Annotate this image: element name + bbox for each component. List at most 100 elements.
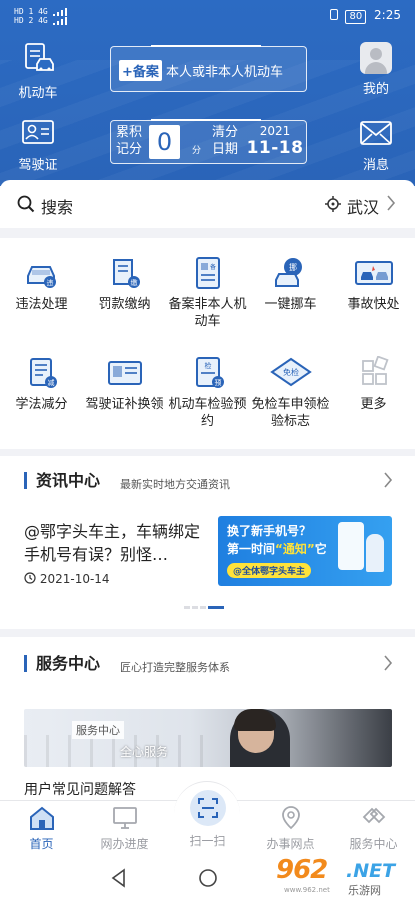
more-icon bbox=[361, 356, 389, 385]
svg-text:缴: 缴 bbox=[130, 278, 137, 287]
service-violation[interactable]: 违 违法处理 bbox=[0, 256, 83, 313]
svg-text:免检: 免检 bbox=[283, 367, 299, 377]
panel-notch bbox=[151, 45, 261, 47]
chevron-right-icon bbox=[387, 195, 396, 211]
nav-scan-label: 扫一扫 bbox=[189, 834, 226, 848]
clock-icon bbox=[24, 572, 36, 584]
vehicle-register-icon: 备 bbox=[195, 257, 220, 289]
score-panel[interactable]: 累积记分 0 分 清分日期 2021 11-18 bbox=[110, 119, 307, 164]
service-fine[interactable]: 缴 罚款缴纳 bbox=[83, 256, 166, 313]
news-card: 资讯中心 最新实时地方交通资讯 @鄂字头车主，车辆绑定手机号有误？别怪… 202… bbox=[0, 456, 415, 629]
service-label: 机动车检验预约 bbox=[168, 397, 247, 429]
search-bar[interactable]: 搜索 武汉 bbox=[0, 180, 415, 228]
nav-progress[interactable]: 网办进度 bbox=[83, 805, 166, 852]
news-subtitle: 最新实时地方交通资讯 bbox=[120, 478, 230, 491]
banner-tag: 服务中心 bbox=[72, 721, 124, 739]
service-more[interactable]: 更多 bbox=[332, 356, 415, 413]
service-move-car[interactable]: 挪 一键挪车 bbox=[249, 256, 332, 313]
home-icon bbox=[29, 806, 54, 830]
svg-text:备: 备 bbox=[209, 263, 215, 271]
service-label: 更多 bbox=[360, 397, 387, 412]
home-circle-icon[interactable] bbox=[198, 868, 218, 888]
svg-text:违: 违 bbox=[46, 279, 53, 287]
service-center-subtitle: 匠心打造完整服务体系 bbox=[120, 661, 230, 674]
service-center-title[interactable]: 服务中心 bbox=[24, 655, 100, 672]
service-accident[interactable]: 事故快处 bbox=[332, 256, 415, 313]
chevron-right-icon[interactable] bbox=[383, 654, 393, 672]
score-label: 累积记分 bbox=[115, 125, 142, 157]
svg-text:减: 减 bbox=[47, 378, 54, 387]
news-banner-line2-c: 它 bbox=[314, 542, 327, 556]
service-label: 罚款缴纳 bbox=[98, 297, 151, 312]
services-grid: 违 违法处理 缴 罚款缴纳 备 备案非本人机动车 挪 一键挪车 事故快处 减 学… bbox=[0, 238, 415, 449]
mail-icon bbox=[360, 121, 392, 145]
news-banner-line2-b: “通知” bbox=[275, 542, 315, 556]
news-title[interactable]: 资讯中心 bbox=[24, 472, 100, 489]
nav-service-points-label: 办事网点 bbox=[266, 837, 315, 851]
watermark-url: www.962.net bbox=[284, 886, 330, 894]
move-car-icon: 挪 bbox=[274, 258, 302, 287]
nav-service-center[interactable]: 服务中心 bbox=[332, 805, 415, 852]
clear-month-day: 11-18 bbox=[246, 138, 304, 158]
news-banner-line1: 换了新手机号？ bbox=[227, 524, 312, 538]
news-item-title: @鄂字头车主，车辆绑定手机号有误？别怪… bbox=[24, 522, 201, 564]
faq-link[interactable]: 用户常见问题解答 bbox=[24, 779, 136, 799]
signal-bars-icon bbox=[52, 16, 67, 25]
vehicle-doc-icon bbox=[25, 43, 54, 71]
profile-button[interactable]: 我的 bbox=[346, 42, 406, 97]
service-label: 一键挪车 bbox=[264, 297, 317, 312]
service-label: 事故快处 bbox=[347, 297, 400, 312]
vehicle-button[interactable]: 机动车 bbox=[8, 42, 68, 101]
watermark-logo: 962 .NET 乐游网 www.962.net bbox=[272, 855, 407, 897]
study-deduct-icon: 减 bbox=[29, 358, 57, 388]
clear-date-label: 清分日期 bbox=[211, 125, 238, 157]
service-center-banner[interactable]: 服务中心 全心服务 bbox=[24, 709, 392, 767]
chevron-right-icon[interactable] bbox=[383, 471, 393, 489]
score-value: 0 bbox=[149, 125, 180, 159]
carousel-indicator bbox=[184, 606, 226, 610]
service-label: 驾驶证补换领 bbox=[85, 397, 164, 412]
signal-1-label: 4G bbox=[38, 7, 48, 16]
vibrate-icon bbox=[329, 9, 338, 20]
status-bar: HD 1 4G HD 2 4G 80 2:25 bbox=[0, 0, 415, 32]
register-tag: +备案 bbox=[119, 60, 162, 81]
service-label: 学法减分 bbox=[15, 397, 68, 412]
handshake-icon bbox=[362, 807, 385, 824]
phone-illustration bbox=[338, 522, 364, 570]
service-study[interactable]: 减 学法减分 bbox=[0, 356, 83, 413]
score-unit: 分 bbox=[192, 146, 202, 156]
profile-label: 我的 bbox=[362, 82, 389, 97]
license-button[interactable]: 驾驶证 bbox=[8, 118, 68, 173]
nav-home[interactable]: 首页 bbox=[0, 805, 83, 852]
city-selector[interactable]: 武汉 bbox=[347, 194, 379, 218]
service-inspection[interactable]: 检 预 机动车检验预约 bbox=[166, 356, 249, 430]
battery-level: 80 bbox=[345, 10, 367, 24]
messages-label: 消息 bbox=[362, 158, 389, 173]
search-placeholder[interactable]: 搜索 bbox=[41, 194, 73, 218]
svg-text:检: 检 bbox=[204, 361, 211, 370]
office-illustration bbox=[24, 735, 204, 767]
scan-icon bbox=[198, 798, 218, 818]
back-icon[interactable] bbox=[110, 868, 128, 888]
service-license-replace[interactable]: 驾驶证补换领 bbox=[83, 356, 166, 413]
service-register[interactable]: 备 备案非本人机动车 bbox=[166, 256, 249, 330]
status-signals: HD 1 4G HD 2 4G bbox=[14, 7, 67, 25]
panel-notch bbox=[151, 119, 261, 121]
svg-text:挪: 挪 bbox=[289, 262, 297, 272]
exempt-inspection-icon: 免检 bbox=[269, 357, 312, 387]
service-exempt[interactable]: 免检 免检车申领检验标志 bbox=[249, 356, 332, 430]
accident-icon bbox=[354, 261, 393, 285]
app-header: HD 1 4G HD 2 4G 80 2:25 机动车 驾驶证 我的 消息 +备… bbox=[0, 0, 415, 186]
carousel-dot bbox=[184, 606, 190, 609]
register-vehicle-panel[interactable]: +备案 本人或非本人机动车 bbox=[110, 45, 307, 92]
nav-scan-label-wrap[interactable]: 扫一扫 bbox=[166, 832, 249, 849]
nav-progress-label: 网办进度 bbox=[100, 837, 149, 851]
vehicle-label: 机动车 bbox=[18, 86, 58, 101]
license-card-icon bbox=[22, 120, 54, 144]
inspection-booking-icon: 检 预 bbox=[195, 357, 224, 388]
signal-bars-icon bbox=[52, 7, 67, 16]
avatar bbox=[360, 42, 392, 74]
sim2-label: HD 2 bbox=[14, 16, 34, 25]
nav-service-points[interactable]: 办事网点 bbox=[249, 805, 332, 852]
messages-button[interactable]: 消息 bbox=[346, 120, 406, 173]
